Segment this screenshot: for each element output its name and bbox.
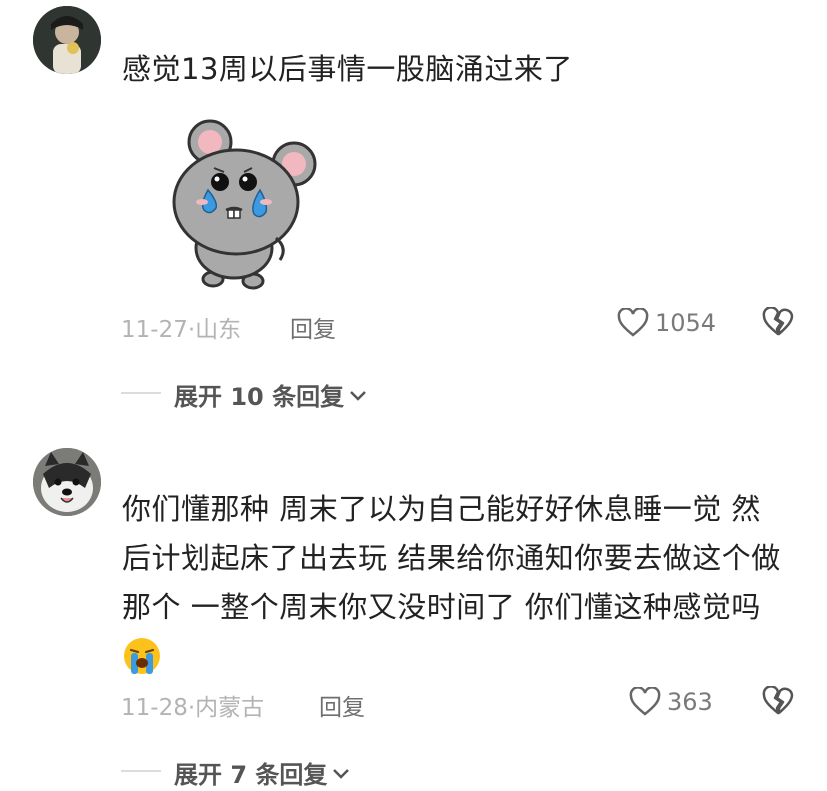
comment-location: 内蒙古 xyxy=(195,695,265,721)
reply-button[interactable]: 回复 xyxy=(290,310,336,344)
comment-text: 你们懂那种 周末了以为自己能好好休息睡一觉 然 后计划起床了出去玩 结果给你通知… xyxy=(122,485,781,632)
comment-meta: 11-27·山东 xyxy=(121,310,241,344)
expand-replies-button[interactable]: 展开 7 条回复 xyxy=(174,755,351,790)
reply-button[interactable]: 回复 xyxy=(319,688,365,722)
like-button[interactable]: 363 xyxy=(629,685,713,719)
crying-mouse-sticker xyxy=(168,118,318,293)
comment-text-line: 后计划起床了出去玩 结果给你通知你要去做这个做 xyxy=(122,541,781,575)
chevron-down-icon xyxy=(350,390,366,401)
comment-text: 感觉13周以后事情一股脑涌过来了 xyxy=(122,52,573,86)
comment-date: 11-28 xyxy=(121,695,188,721)
divider xyxy=(121,770,161,772)
comment-text-line: 那个 一整个周末你又没时间了 你们懂这种感觉吗 xyxy=(122,590,761,624)
like-count: 1054 xyxy=(655,309,717,337)
broken-heart-icon xyxy=(762,685,794,715)
dislike-button[interactable] xyxy=(762,685,794,720)
expand-replies-button[interactable]: 展开 10 条回复 xyxy=(174,377,368,412)
heart-outline-icon xyxy=(617,308,649,337)
chevron-down-icon xyxy=(333,768,350,779)
avatar[interactable] xyxy=(33,448,101,516)
comment-meta: 11-28·内蒙古 xyxy=(121,688,264,722)
like-button[interactable]: 1054 xyxy=(617,306,716,340)
broken-heart-icon xyxy=(762,306,794,336)
divider xyxy=(121,392,161,394)
avatar[interactable] xyxy=(33,6,101,74)
dislike-button[interactable] xyxy=(762,306,794,341)
comment-text-line: 你们懂那种 周末了以为自己能好好休息睡一觉 然 xyxy=(122,492,761,526)
expand-replies-label: 展开 10 条回复 xyxy=(174,383,345,411)
like-count: 363 xyxy=(667,688,713,716)
comment-date: 11-27 xyxy=(121,317,188,343)
crying-face-emoji xyxy=(122,636,162,680)
comment-location: 山东 xyxy=(195,317,242,343)
expand-replies-label: 展开 7 条回复 xyxy=(174,761,328,789)
heart-outline-icon xyxy=(629,687,661,716)
